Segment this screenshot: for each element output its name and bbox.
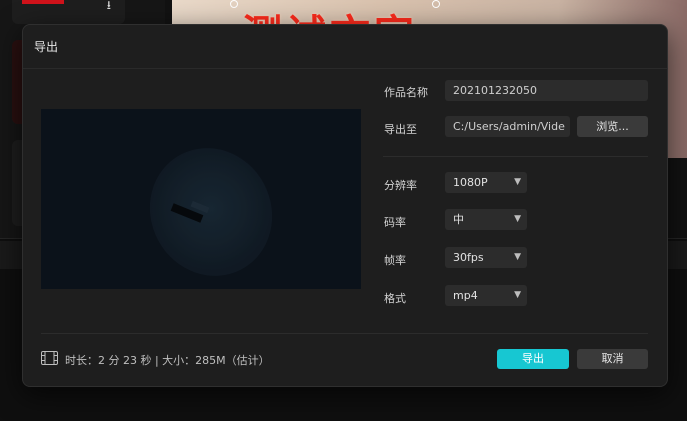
divider [23, 68, 667, 69]
browse-button[interactable]: 浏览... [577, 116, 648, 137]
resolution-label: 分辨率 [384, 179, 417, 192]
export-dialog: 导出 作品名称 202101232050 导出至 C:/Users/admin/… [22, 24, 668, 387]
preview-glow [127, 126, 295, 289]
framerate-value: 30fps [453, 251, 484, 264]
dialog-title: 导出 [34, 40, 59, 54]
export-info-text: 时长：2 分 23 秒 | 大小：285M（估计） [65, 354, 270, 367]
download-icon[interactable]: ⭳ [107, 0, 111, 17]
chevron-down-icon: ▼ [514, 177, 521, 187]
bitrate-value: 中 [453, 213, 464, 226]
export-path-input[interactable]: C:/Users/admin/Vide [445, 116, 570, 137]
bitrate-select[interactable]: 中 ▼ [445, 209, 527, 230]
resolution-select[interactable]: 1080P ▼ [445, 172, 527, 193]
framerate-label: 帧率 [384, 254, 406, 267]
work-name-label: 作品名称 [384, 86, 428, 99]
export-button[interactable]: 导出 [497, 349, 569, 369]
chevron-down-icon: ▼ [514, 252, 521, 262]
film-icon [41, 351, 58, 365]
handle-icon [432, 0, 440, 8]
media-thumbnail[interactable]: ⭳ [12, 0, 125, 24]
handle-icon [230, 0, 238, 8]
divider [383, 156, 648, 157]
divider [41, 333, 648, 334]
format-label: 格式 [384, 292, 406, 305]
resolution-value: 1080P [453, 176, 488, 189]
format-value: mp4 [453, 289, 478, 302]
cancel-button[interactable]: 取消 [577, 349, 648, 369]
work-name-input[interactable]: 202101232050 [445, 80, 648, 101]
export-to-label: 导出至 [384, 123, 417, 136]
thumbnail-image [22, 0, 64, 4]
chevron-down-icon: ▼ [514, 214, 521, 224]
framerate-select[interactable]: 30fps ▼ [445, 247, 527, 268]
format-select[interactable]: mp4 ▼ [445, 285, 527, 306]
export-preview [41, 109, 361, 289]
bitrate-label: 码率 [384, 216, 406, 229]
chevron-down-icon: ▼ [514, 290, 521, 300]
